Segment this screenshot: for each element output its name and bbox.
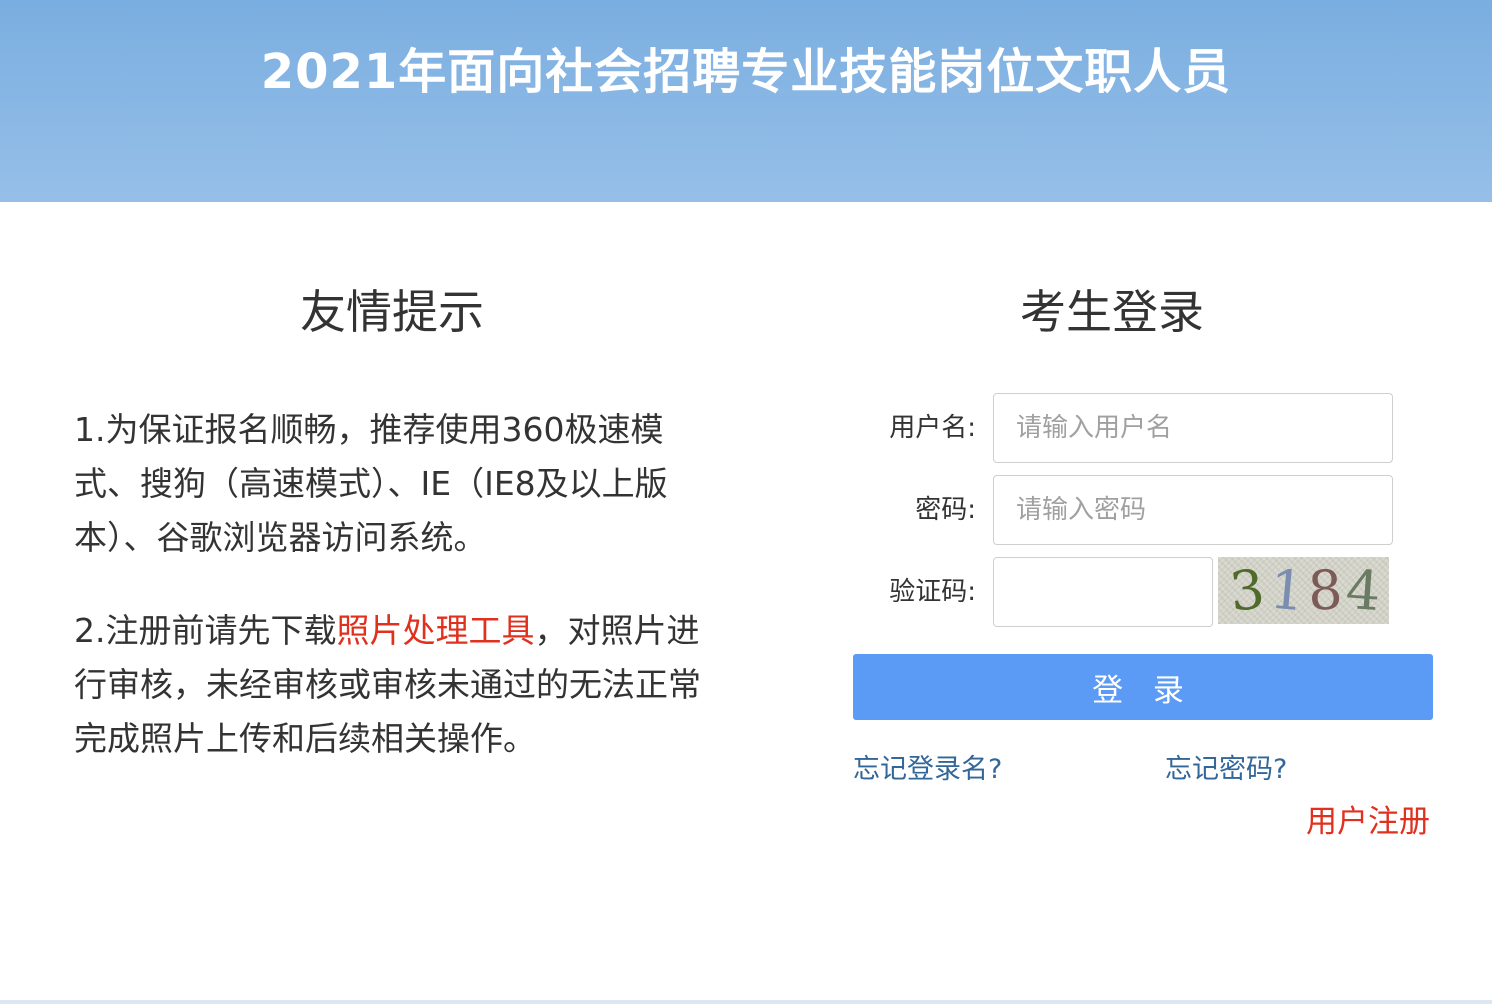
captcha-image[interactable]: 3 1 8 4 [1218, 557, 1389, 624]
captcha-input[interactable] [993, 557, 1213, 627]
notice-item-2: 2.注册前请先下载照片处理工具，对照片进行审核，未经审核或审核未通过的无法正常完… [74, 604, 724, 766]
captcha-char: 8 [1306, 558, 1344, 623]
username-input[interactable] [993, 393, 1393, 463]
register-link[interactable]: 用户注册 [1306, 804, 1430, 840]
username-label: 用户名: [889, 413, 976, 443]
captcha-char: 1 [1267, 557, 1308, 624]
photo-tool-download-link[interactable]: 照片处理工具 [337, 611, 535, 650]
captcha-label: 验证码: [889, 577, 976, 607]
password-label: 密码: [915, 495, 976, 525]
login-button[interactable]: 登 录 [853, 654, 1433, 720]
footer-divider [0, 1000, 1492, 1004]
login-heading: 考生登录 [1020, 285, 1204, 339]
captcha-char: 4 [1343, 557, 1383, 624]
forgot-password-link[interactable]: 忘记密码? [1165, 752, 1287, 788]
page-header: 2021年面向社会招聘专业技能岗位文职人员 [0, 0, 1492, 202]
notice-item-1: 1.为保证报名顺畅，推荐使用360极速模式、搜狗（高速模式）、IE（IE8及以上… [74, 410, 668, 557]
captcha-char: 3 [1226, 557, 1268, 624]
password-input[interactable] [993, 475, 1393, 545]
forgot-username-link[interactable]: 忘记登录名? [853, 752, 1002, 788]
page-title: 2021年面向社会招聘专业技能岗位文职人员 [260, 44, 1232, 100]
notice-heading: 友情提示 [300, 285, 484, 339]
notice-item-2-text-before: 2.注册前请先下载 [74, 611, 337, 650]
